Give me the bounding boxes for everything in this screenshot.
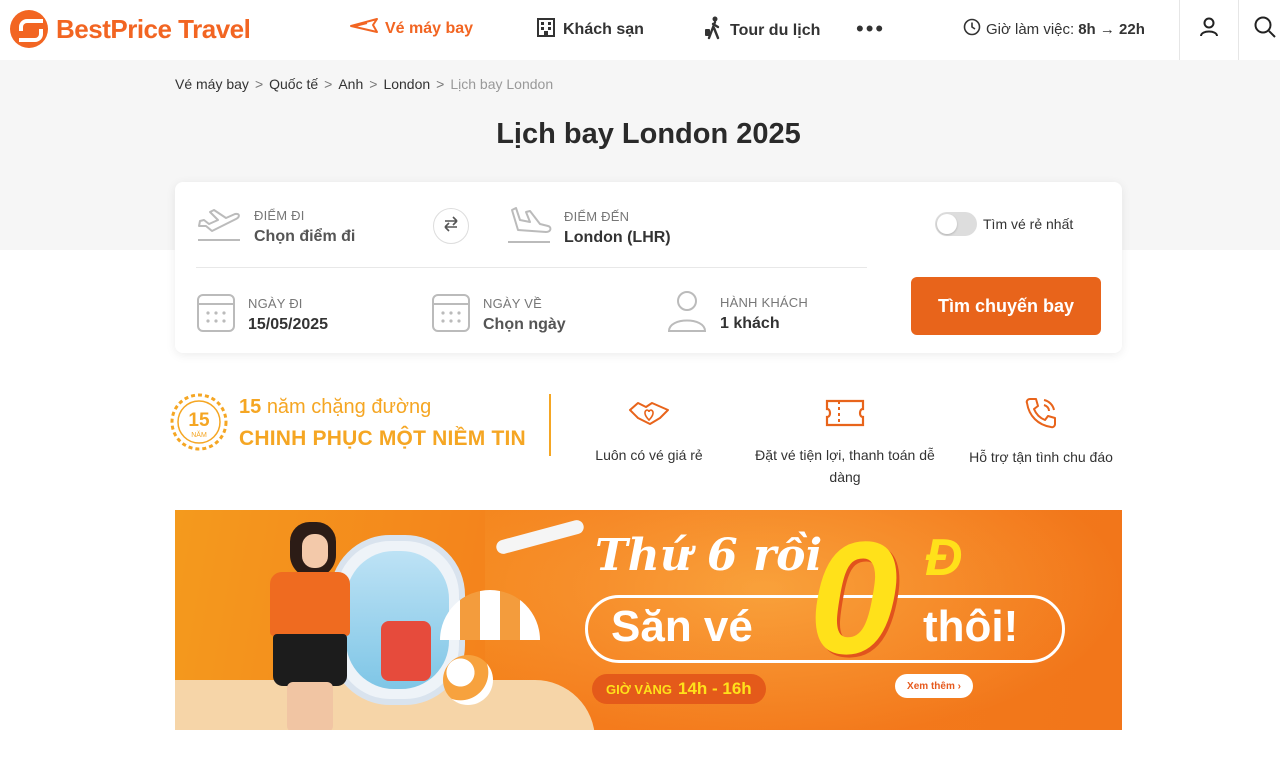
header-divider [1238,0,1239,60]
banner-golden-hours: GIỜ VÀNG 14h - 16h [592,674,766,704]
swap-button[interactable] [433,208,469,244]
banner-zero-price: 0 [809,510,898,687]
cheapest-toggle[interactable]: Tìm vé rẻ nhất [935,212,1073,236]
takeoff-icon [196,204,242,249]
nav-tours[interactable]: Tour du lịch [704,16,820,45]
breadcrumb-item[interactable]: London [383,76,430,92]
nav-hotels-label: Khách sạn [563,20,644,38]
golden-hours-time: 14h - 16h [677,679,752,698]
depart-label: NGÀY ĐI [248,295,303,311]
breadcrumb-separator: > [436,76,445,92]
hotel-icon [535,16,557,43]
origin-label: ĐIỂM ĐI [254,207,305,223]
brand-logo[interactable]: BestPrice Travel [10,10,251,48]
model-shirt [270,572,350,636]
promo-banner[interactable]: Thứ 6 rồi Săn vé 0 Đ thôi! GIỜ VÀNG 14h … [175,510,1122,730]
banner-currency: Đ [925,529,963,587]
brand-promise: 15 năm chặng đường CHINH PHỤC MỘT NIỀM T… [239,396,526,451]
passengers-label: HÀNH KHÁCH [720,294,808,310]
breadcrumb-separator: > [254,76,264,92]
beach-ball-illustration [443,655,493,705]
promise-years: 15 [239,396,262,418]
brand-name: BestPrice Travel [56,13,251,44]
banner-headline-2: Săn vé [611,602,753,651]
anniversary-badge: 15 NĂM [168,391,230,453]
feature-convenient: Đặt vé tiện lợi, thanh toán dễ dàng [755,398,935,488]
account-button[interactable] [1194,14,1224,44]
airplane-icon [349,16,379,41]
user-icon [1198,16,1220,43]
nav-flights[interactable]: Vé máy bay [349,16,473,41]
breadcrumb-item[interactable]: Anh [338,76,363,92]
cheapest-toggle-label: Tìm vé rẻ nhất [983,216,1074,232]
feature-support-text: Hỗ trợ tận tình chu đáo [969,449,1113,465]
clock-icon [963,18,981,40]
banner-see-more-button[interactable]: Xem thêm › [895,674,973,698]
form-divider [196,267,867,268]
search-icon [1253,15,1277,44]
suitcase-illustration [381,621,431,681]
handshake-heart-icon [588,398,710,434]
return-date-field[interactable]: NGÀY VỀ Chọn ngày [431,291,566,338]
destination-value: London (LHR) [564,228,671,246]
feature-convenient-text: Đặt vé tiện lợi, thanh toán dễ dàng [755,447,935,485]
model-legs [287,682,333,730]
working-hours-label: Giờ làm việc: [986,20,1075,38]
landing-icon [506,204,552,251]
destination-field[interactable]: ĐIỂM ĐẾN London (LHR) [506,204,671,251]
promise-divider [549,394,551,456]
breadcrumb-item[interactable]: Quốc tế [269,76,318,92]
ticket-icon [755,398,935,434]
origin-value: Chọn điểm đi [254,227,356,245]
working-hours-value: 8h → 22h [1078,20,1145,38]
golden-hours-label: GIỜ VÀNG [606,681,672,697]
banner-headline-3: thôi! [923,602,1019,651]
flight-search-form: ĐIỂM ĐI Chọn điểm đi ĐIỂM ĐẾN London (LH… [175,182,1122,353]
return-value: Chọn ngày [483,315,566,333]
breadcrumb-separator: > [369,76,378,92]
passengers-value: 1 khách [720,314,780,332]
working-hours: Giờ làm việc: 8h → 22h [963,18,1145,40]
calendar-icon [196,291,236,338]
window-sky [346,551,449,689]
site-header: BestPrice Travel Vé máy bay Khách sạn To… [0,0,1280,60]
nav-tours-label: Tour du lịch [730,21,821,39]
search-button[interactable] [1250,14,1280,44]
search-flights-button[interactable]: Tìm chuyến bay [911,277,1101,335]
feature-support: Hỗ trợ tận tình chu đáo [960,396,1122,468]
breadcrumb: Vé máy bay > Quốc tế > Anh > London > Lị… [175,76,553,92]
badge-number: 15 [188,410,210,431]
logo-icon [10,10,48,48]
banner-headline-1: Thứ 6 rồi [595,530,823,581]
badge-word: NĂM [191,430,207,439]
promise-line2: CHINH PHỤC MỘT NIỀM TIN [239,427,526,450]
nav-flights-label: Vé máy bay [385,19,474,37]
traveler-icon [704,16,724,45]
feature-cheap-text: Luôn có vé giá rẻ [595,447,703,463]
model-face [302,534,328,568]
destination-label: ĐIỂM ĐẾN [564,208,630,224]
breadcrumb-item[interactable]: Vé máy bay [175,76,249,92]
depart-date-field[interactable]: NGÀY ĐI 15/05/2025 [196,291,328,338]
swap-icon [442,215,460,238]
person-icon [666,289,708,338]
calendar-icon [431,291,471,338]
header-divider [1179,0,1180,60]
page-title: Lịch bay London 2025 [496,118,801,150]
origin-field[interactable]: ĐIỂM ĐI Chọn điểm đi [196,204,355,249]
nav-more-button[interactable]: ••• [856,18,885,40]
model-skirt [273,634,347,686]
breadcrumb-separator: > [324,76,333,92]
feature-cheap: Luôn có vé giá rẻ [588,398,710,466]
depart-value: 15/05/2025 [248,315,329,333]
promise-line1: năm chặng đường [266,396,432,418]
passengers-field[interactable]: HÀNH KHÁCH 1 khách [666,289,808,338]
cheapest-switch[interactable] [935,212,977,236]
nav-hotels[interactable]: Khách sạn [535,16,644,43]
return-label: NGÀY VỀ [483,295,542,311]
phone-icon [960,396,1122,436]
breadcrumb-current: Lịch bay London [450,76,554,92]
